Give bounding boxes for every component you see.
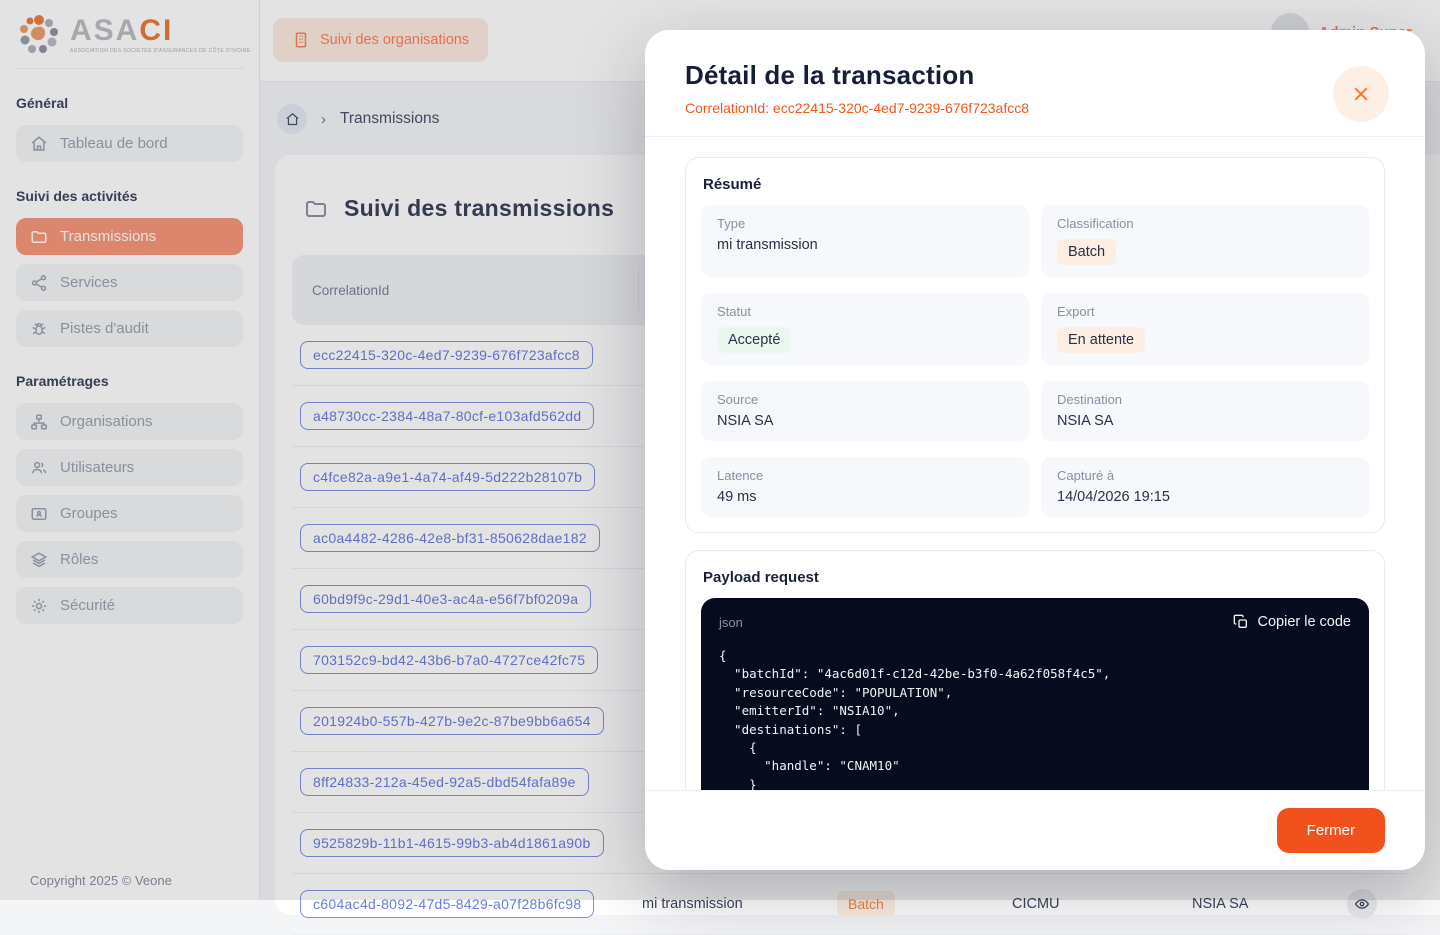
field-label: Capturé à: [1057, 468, 1353, 483]
field-value: 14/04/2026 19:15: [1057, 489, 1353, 505]
code-language-label: json: [719, 615, 743, 630]
field-value: NSIA SA: [1057, 413, 1353, 429]
field-label: Source: [717, 392, 1013, 407]
resume-section: Résumé Type mi transmission Classificati…: [685, 157, 1385, 533]
field-type: Type mi transmission: [701, 205, 1029, 277]
code-content: { "batchId": "4ac6d01f-c12d-42be-b3f0-4a…: [719, 647, 1351, 790]
copy-icon: [1233, 614, 1249, 630]
field-value: NSIA SA: [717, 413, 1013, 429]
field-destination: Destination NSIA SA: [1041, 381, 1369, 441]
field-label: Destination: [1057, 392, 1353, 407]
close-button[interactable]: [1333, 66, 1389, 122]
resume-grid: Type mi transmission Classification Batc…: [701, 205, 1369, 517]
field-capture: Capturé à 14/04/2026 19:15: [1041, 457, 1369, 517]
resume-heading: Résumé: [703, 176, 1369, 193]
field-source: Source NSIA SA: [701, 381, 1029, 441]
field-export: Export En attente: [1041, 293, 1369, 365]
field-classification: Classification Batch: [1041, 205, 1369, 277]
code-line: "resourceCode": "POPULATION",: [719, 684, 1351, 702]
transaction-detail-modal: Détail de la transaction CorrelationId: …: [645, 30, 1425, 870]
field-label: Latence: [717, 468, 1013, 483]
code-line: "batchId": "4ac6d01f-c12d-42be-b3f0-4a62…: [719, 665, 1351, 683]
payload-section: Payload request json Copier le code { "b…: [685, 550, 1385, 790]
payload-heading: Payload request: [703, 569, 1369, 586]
copy-code-button[interactable]: Copier le code: [1233, 614, 1352, 630]
code-line: {: [719, 739, 1351, 757]
modal-footer: Fermer: [645, 790, 1425, 870]
modal-header: Détail de la transaction CorrelationId: …: [645, 30, 1425, 137]
modal-title: Détail de la transaction: [685, 60, 1385, 91]
field-value: mi transmission: [717, 237, 1013, 253]
field-label: Type: [717, 216, 1013, 231]
status-badge: Accepté: [717, 327, 791, 353]
code-line: }: [719, 776, 1351, 790]
close-icon: [1351, 84, 1371, 104]
field-label: Export: [1057, 304, 1353, 319]
export-badge: En attente: [1057, 327, 1145, 353]
field-latence: Latence 49 ms: [701, 457, 1029, 517]
code-line: {: [719, 647, 1351, 665]
modal-body: Résumé Type mi transmission Classificati…: [645, 137, 1425, 790]
code-block: json Copier le code { "batchId": "4ac6d0…: [701, 598, 1369, 790]
copy-code-label: Copier le code: [1258, 614, 1352, 630]
code-line: "handle": "CNAM10": [719, 757, 1351, 775]
classification-badge: Batch: [1057, 239, 1116, 265]
code-line: "destinations": [: [719, 721, 1351, 739]
field-value: 49 ms: [717, 489, 1013, 505]
code-block-header: json Copier le code: [719, 614, 1351, 630]
field-label: Statut: [717, 304, 1013, 319]
field-label: Classification: [1057, 216, 1353, 231]
fermer-button[interactable]: Fermer: [1277, 808, 1385, 853]
field-statut: Statut Accepté: [701, 293, 1029, 365]
modal-correlation-id: CorrelationId: ecc22415-320c-4ed7-9239-6…: [685, 100, 1385, 116]
code-line: "emitterId": "NSIA10",: [719, 702, 1351, 720]
